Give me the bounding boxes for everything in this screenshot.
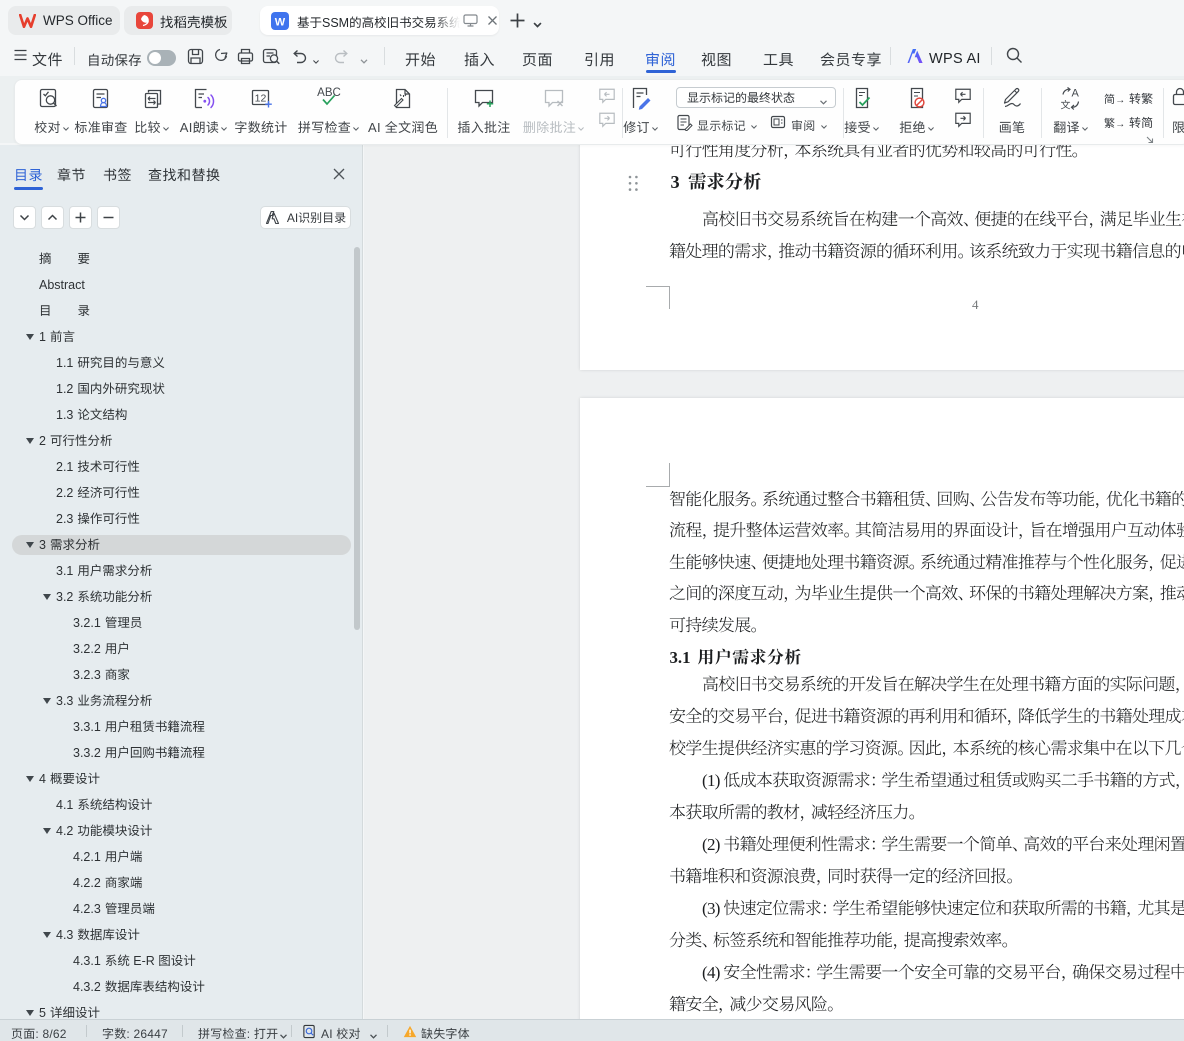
svg-text:12: 12 [255, 93, 267, 105]
svg-text:W: W [275, 16, 286, 28]
svg-text:ABC: ABC [317, 87, 341, 99]
svg-text:文: 文 [1061, 97, 1071, 112]
svg-text:A: A [1072, 88, 1080, 100]
